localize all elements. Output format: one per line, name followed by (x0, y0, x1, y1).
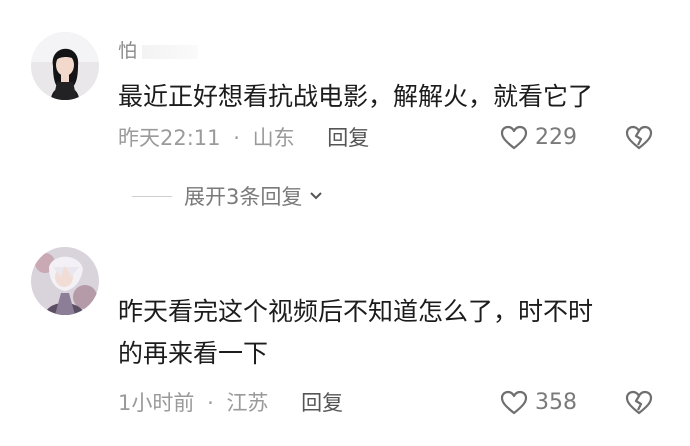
divider (132, 195, 172, 197)
comment-text-line: 昨天看完这个视频后不知道怎么了，时不时 (118, 297, 594, 326)
comment-text: 最近正好想看抗战电影，解解火，就看它了 (118, 82, 594, 111)
comment-location: 山东 (252, 126, 295, 150)
expand-replies-button[interactable]: 展开3条回复 (132, 182, 324, 210)
dislike-button[interactable] (624, 388, 654, 418)
chevron-down-icon (308, 184, 324, 208)
comment-time: 1小时前 (118, 391, 195, 415)
heart-outline-icon (499, 123, 529, 153)
username-mask (141, 44, 198, 59)
meta-separator: · (207, 391, 214, 415)
comment-text: 昨天看完这个视频后不知道怎么了，时不时 的再来看一下 (118, 291, 666, 375)
broken-heart-icon (624, 125, 654, 157)
dislike-button[interactable] (624, 123, 654, 153)
meta-separator: · (233, 126, 240, 150)
username[interactable]: 怕 (118, 36, 198, 63)
like-button[interactable]: 229 (499, 123, 577, 153)
username-text: 怕 (118, 40, 138, 62)
expand-replies-label: 展开3条回复 (184, 185, 303, 209)
heart-outline-icon (499, 388, 529, 418)
comment-item: 昨天看完这个视频后不知道怎么了，时不时 的再来看一下 1小时前 · 江苏 回复 … (0, 215, 690, 446)
comment-time: 昨天22:11 (118, 126, 221, 150)
like-button[interactable]: 358 (499, 388, 577, 418)
avatar[interactable] (31, 32, 99, 100)
like-count: 229 (535, 125, 577, 150)
comment-location: 江苏 (226, 391, 269, 415)
comment-item: 怕 最近正好想看抗战电影，解解火，就看它了 昨天22:11 · 山东 回复 22… (0, 0, 690, 215)
comment-text-line: 的再来看一下 (118, 339, 269, 368)
comment-meta: 昨天22:11 · 山东 回复 (118, 123, 369, 153)
comment-meta: 1小时前 · 江苏 回复 (118, 388, 343, 418)
like-count: 358 (535, 390, 577, 415)
avatar[interactable] (31, 247, 99, 315)
broken-heart-icon (624, 390, 654, 422)
reply-button[interactable]: 回复 (301, 391, 343, 415)
reply-button[interactable]: 回复 (327, 126, 369, 150)
